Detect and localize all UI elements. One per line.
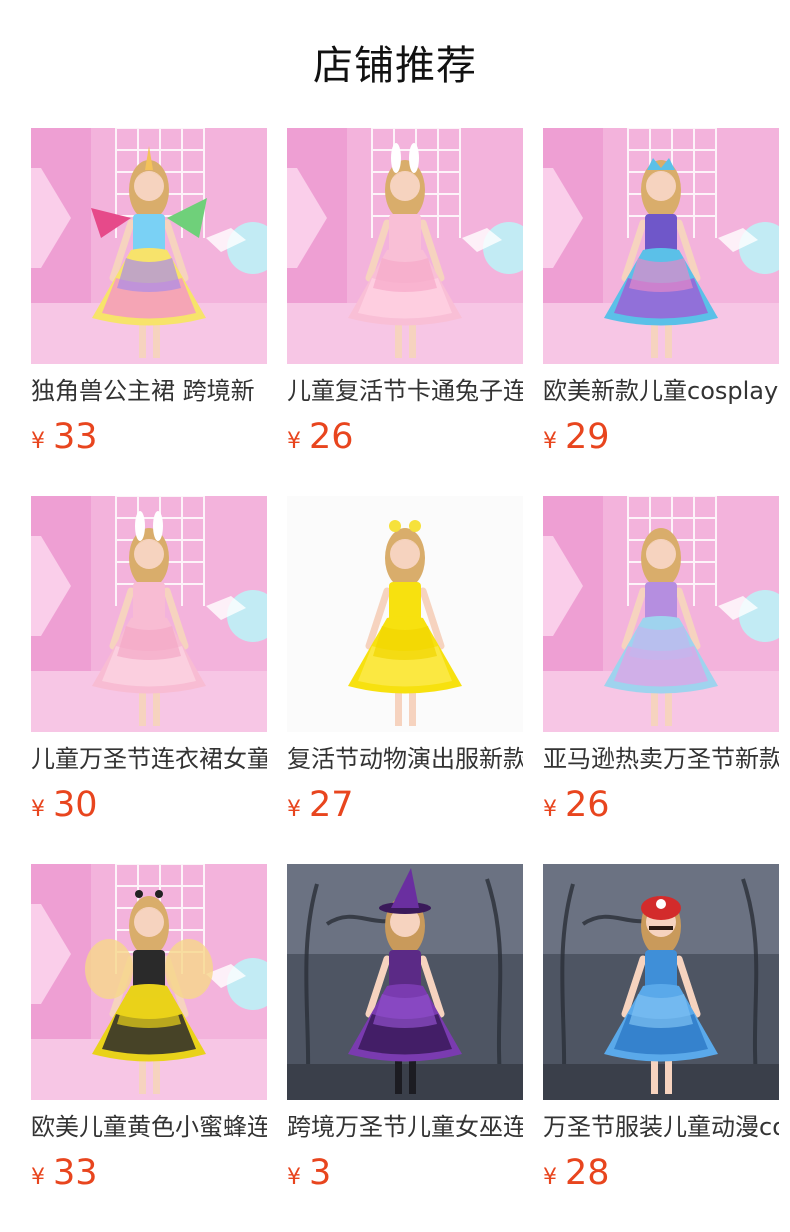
currency-symbol: ¥	[543, 797, 557, 822]
product-grid: 独角兽公主裙 跨境新 ¥33 儿童复活节卡通兔子连 ¥26 欧美新款儿童cosplay ¥…	[31, 128, 779, 1232]
product-price: ¥30	[31, 782, 98, 828]
product-image[interactable]	[287, 128, 523, 364]
price-value: 28	[565, 1153, 610, 1193]
currency-symbol: ¥	[287, 797, 301, 822]
price-value: 29	[565, 417, 610, 457]
currency-symbol: ¥	[31, 429, 45, 454]
product-name[interactable]: 儿童复活节卡通兔子连	[287, 374, 523, 408]
product-price: ¥29	[543, 414, 610, 460]
product-price: ¥26	[543, 782, 610, 828]
product-image[interactable]	[31, 864, 267, 1100]
product-image[interactable]	[31, 128, 267, 364]
price-value: 30	[53, 785, 98, 825]
product-image[interactable]	[31, 496, 267, 732]
product-name[interactable]: 复活节动物演出服新款	[287, 742, 523, 776]
product-price: ¥27	[287, 782, 354, 828]
product-card[interactable]: 欧美新款儿童cosplay ¥29	[543, 128, 779, 496]
product-price: ¥33	[31, 1150, 98, 1196]
product-card[interactable]: 亚马逊热卖万圣节新款 ¥26	[543, 496, 779, 864]
product-name[interactable]: 万圣节服装儿童动漫cos	[543, 1110, 779, 1144]
product-price: ¥28	[543, 1150, 610, 1196]
product-card[interactable]: 欧美儿童黄色小蜜蜂连 ¥33	[31, 864, 267, 1232]
currency-symbol: ¥	[543, 429, 557, 454]
product-card[interactable]: 儿童万圣节连衣裙女童 ¥30	[31, 496, 267, 864]
currency-symbol: ¥	[287, 1165, 301, 1190]
product-name[interactable]: 欧美儿童黄色小蜜蜂连	[31, 1110, 267, 1144]
product-name[interactable]: 欧美新款儿童cosplay	[543, 374, 779, 408]
product-name[interactable]: 跨境万圣节儿童女巫连	[287, 1110, 523, 1144]
price-value: 33	[53, 1153, 98, 1193]
product-card[interactable]: 万圣节服装儿童动漫cos ¥28	[543, 864, 779, 1232]
price-value: 33	[53, 417, 98, 457]
product-card[interactable]: 独角兽公主裙 跨境新 ¥33	[31, 128, 267, 496]
product-image[interactable]	[543, 128, 779, 364]
price-value: 26	[565, 785, 610, 825]
product-price: ¥3	[287, 1150, 331, 1196]
page-title: 店铺推荐	[313, 43, 477, 89]
product-name[interactable]: 独角兽公主裙 跨境新	[31, 374, 267, 408]
product-card[interactable]: 儿童复活节卡通兔子连 ¥26	[287, 128, 523, 496]
price-value: 26	[309, 417, 354, 457]
product-image[interactable]	[287, 864, 523, 1100]
product-price: ¥26	[287, 414, 354, 460]
price-value: 27	[309, 785, 354, 825]
product-image[interactable]	[543, 496, 779, 732]
price-value: 3	[309, 1153, 332, 1193]
currency-symbol: ¥	[31, 1165, 45, 1190]
product-card[interactable]: 跨境万圣节儿童女巫连 ¥3	[287, 864, 523, 1232]
product-price: ¥33	[31, 414, 98, 460]
product-image[interactable]	[287, 496, 523, 732]
product-card[interactable]: 复活节动物演出服新款 ¥27	[287, 496, 523, 864]
currency-symbol: ¥	[543, 1165, 557, 1190]
product-name[interactable]: 儿童万圣节连衣裙女童	[31, 742, 267, 776]
product-name[interactable]: 亚马逊热卖万圣节新款	[543, 742, 779, 776]
product-image[interactable]	[543, 864, 779, 1100]
currency-symbol: ¥	[31, 797, 45, 822]
currency-symbol: ¥	[287, 429, 301, 454]
